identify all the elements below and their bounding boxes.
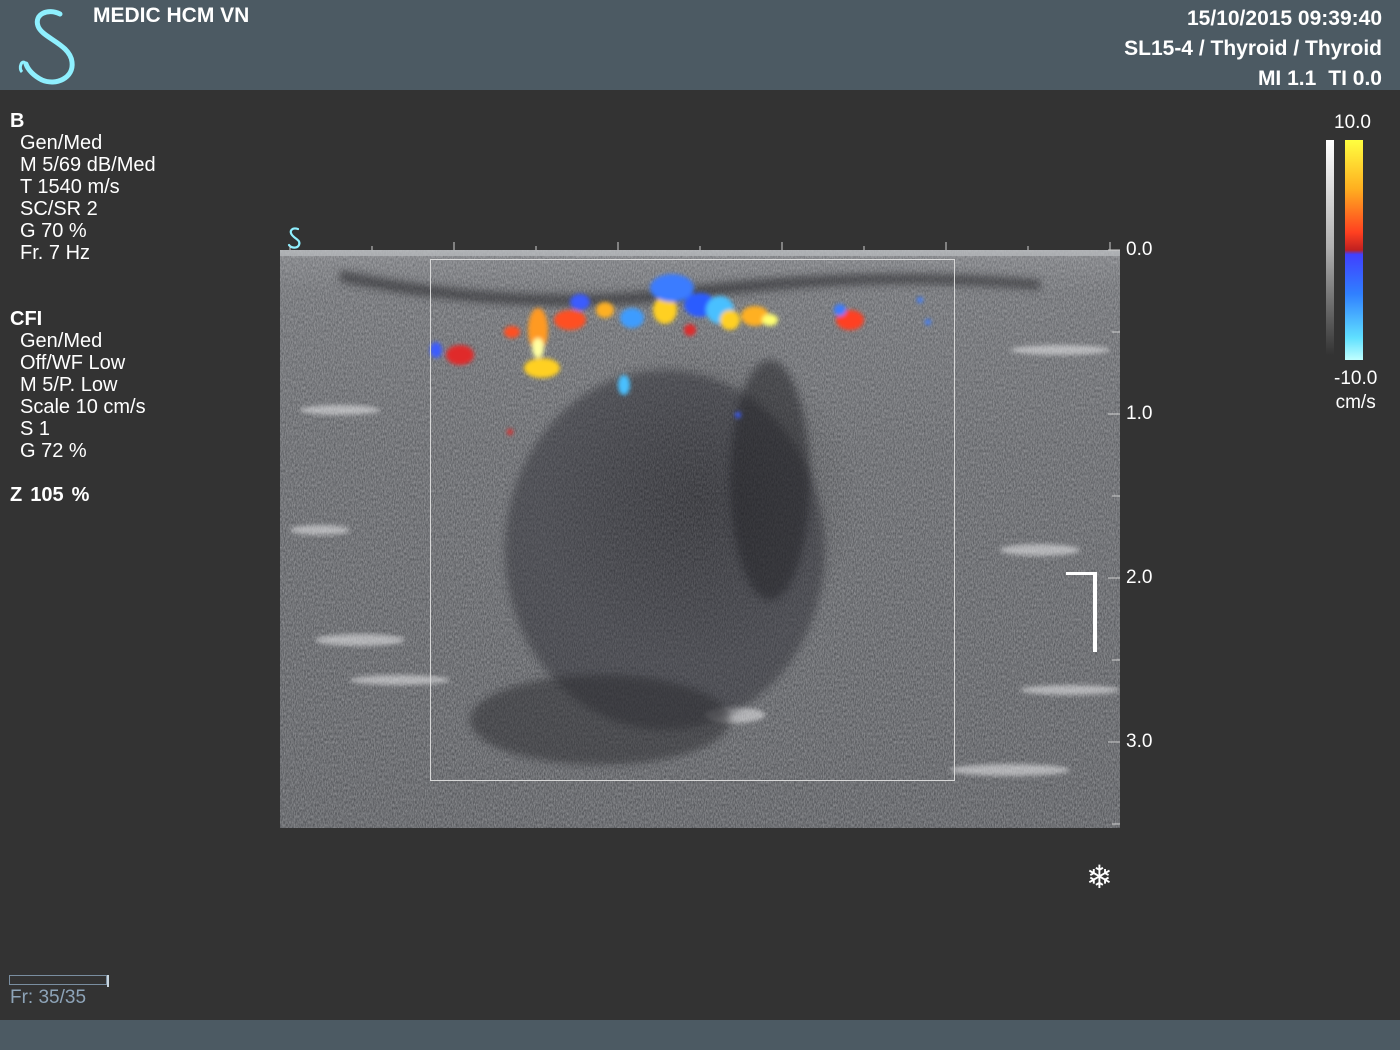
header-info: 15/10/2015 09:39:40 SL15-4 / Thyroid / T… <box>1124 4 1382 94</box>
b-mode-title: B <box>10 110 25 132</box>
imaging-parameters: B Gen/Med M 5/69 dB/Med T 1540 m/s SC/SR… <box>10 110 156 506</box>
probe-preset: SL15-4 / Thyroid / Thyroid <box>1124 37 1382 60</box>
b-param: G 70 % <box>20 220 87 242</box>
zoom-readout: Z 105% <box>10 484 156 506</box>
mechanical-index: MI 1.1 <box>1257 67 1317 90</box>
grayscale-bar <box>1326 140 1334 355</box>
brand-name: MEDIC HCM VN <box>93 4 250 27</box>
cfi-param: S 1 <box>20 418 51 440</box>
depth-label: 2.0 <box>1126 567 1153 588</box>
zoom-value: 105 <box>30 484 64 506</box>
velocity-color-bar <box>1345 140 1363 360</box>
cfi-param: M 5/P. Low <box>20 374 118 396</box>
cfi-param: Off/WF Low <box>20 352 126 374</box>
depth-label: 0.0 <box>1126 239 1153 260</box>
cfi-param: G 72 % <box>20 440 87 462</box>
cfi-param: Gen/Med <box>20 330 103 352</box>
cine-position-marker[interactable] <box>107 975 109 987</box>
zoom-unit: % <box>71 484 90 506</box>
datetime: 15/10/2015 09:39:40 <box>1187 7 1382 30</box>
medic-logo-icon <box>18 9 75 85</box>
focus-cap-icon <box>1066 572 1096 575</box>
depth-label: 1.0 <box>1126 403 1153 424</box>
depth-label: 3.0 <box>1126 731 1153 752</box>
cfi-mode-title: CFI <box>10 308 43 330</box>
thermal-index: TI 0.0 <box>1328 67 1382 90</box>
focus-depth-marker[interactable] <box>1093 572 1097 652</box>
color-scale-max: 10.0 <box>1334 112 1371 133</box>
b-param: Fr. 7 Hz <box>20 242 91 264</box>
frame-counter: Fr: 35/35 <box>10 987 87 1008</box>
color-scale-bottom: -10.0 cm/s <box>1334 367 1377 415</box>
zoom-label: Z <box>10 484 23 506</box>
color-scale-min: -10.0 <box>1334 368 1378 389</box>
color-doppler-roi-box[interactable] <box>430 259 955 781</box>
cine-progress-bar[interactable] <box>9 975 107 985</box>
snowflake-icon[interactable]: ❄ <box>1086 858 1113 896</box>
cfi-param: Scale 10 cm/s <box>20 396 146 418</box>
bottom-status-bar <box>0 1020 1400 1050</box>
b-param: M 5/69 dB/Med <box>20 154 156 176</box>
safety-indices: MI 1.1 TI 0.0 <box>1124 64 1382 94</box>
b-param: SC/SR 2 <box>20 198 98 220</box>
color-scale-unit: cm/s <box>1335 392 1376 413</box>
b-param: T 1540 m/s <box>20 176 120 198</box>
b-param: Gen/Med <box>20 132 103 154</box>
